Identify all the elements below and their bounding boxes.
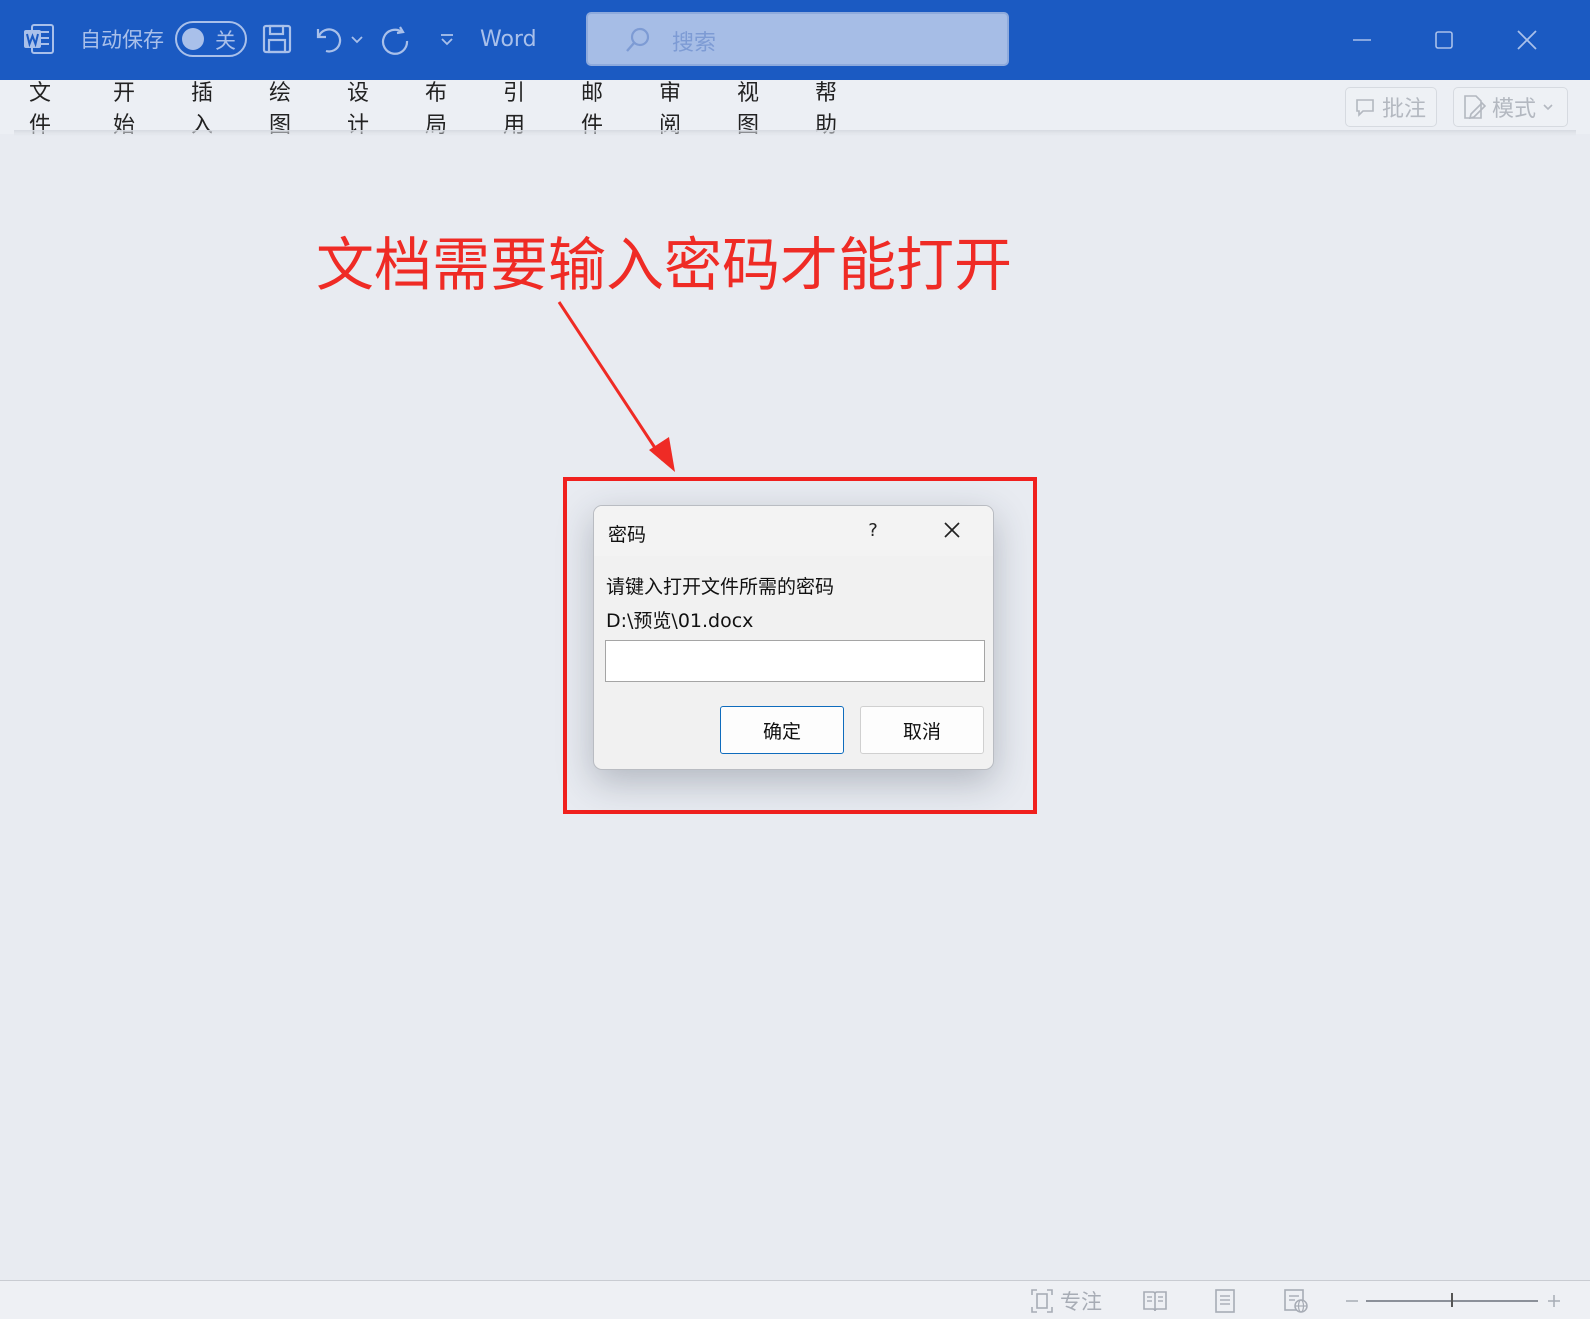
tab-review[interactable]: 审阅 [659,81,681,138]
maximize-button[interactable] [1422,18,1466,62]
ok-button[interactable]: 确定 [720,706,844,754]
title-bar: 自动保存 关 Word 搜索 [0,0,1590,80]
tab-layout[interactable]: 布局 [425,81,447,138]
print-layout-icon [1215,1289,1235,1313]
toggle-knob [182,28,204,50]
tab-references[interactable]: 引用 [503,81,525,138]
annotation-text: 文档需要输入密码才能打开 [316,231,1013,299]
comments-label: 批注 [1382,97,1427,122]
tab-mailings[interactable]: 邮件 [581,81,603,138]
editing-mode-button[interactable]: 模式 [1453,87,1568,127]
focus-label: 专注 [1060,1290,1102,1314]
tab-design[interactable]: 设计 [347,81,369,138]
comment-icon [1354,96,1376,118]
customize-toolbar-icon[interactable] [436,28,458,50]
save-icon[interactable] [260,22,294,56]
print-layout-button[interactable] [1214,1287,1236,1315]
zoom-in-button[interactable] [1544,1287,1564,1315]
autosave-toggle[interactable]: 关 [175,21,247,57]
ribbon-shadow [14,130,1576,136]
help-button[interactable]: ? [862,519,884,541]
web-layout-icon [1284,1289,1308,1313]
plus-icon [1548,1295,1560,1307]
word-logo-icon [22,22,56,56]
zoom-slider-thumb[interactable] [1451,1293,1453,1307]
ribbon-tabs-bar: 文件 开始 插入 绘图 设计 布局 引用 邮件 审阅 视图 帮助 批注 模式 [0,80,1590,138]
undo-dropdown-icon[interactable] [348,30,366,48]
read-mode-icon [1143,1291,1167,1312]
web-layout-button[interactable] [1283,1287,1309,1315]
zoom-out-button[interactable] [1342,1287,1362,1315]
redo-icon[interactable] [378,22,412,56]
tab-insert[interactable]: 插入 [191,81,213,138]
edit-mode-icon [1462,94,1486,120]
dialog-title-bar: 密码 ? [594,506,993,556]
close-window-button[interactable] [1505,18,1549,62]
focus-mode-button[interactable]: 专注 [1030,1287,1102,1315]
dialog-prompt: 请键入打开文件所需的密码 [606,576,835,598]
tab-help[interactable]: 帮助 [815,81,837,138]
password-dialog: 密码 ? 请键入打开文件所需的密码 D:\预览\01.docx 确定 取消 [593,505,994,770]
status-bar: 专注 [0,1280,1590,1319]
app-name: Word [480,26,537,52]
autosave-state: 关 [215,29,236,53]
focus-icon [1031,1289,1053,1313]
tab-home[interactable]: 开始 [113,81,135,138]
minus-icon [1346,1300,1358,1302]
read-mode-button[interactable] [1142,1287,1168,1315]
chevron-down-icon [1542,101,1554,113]
cancel-button[interactable]: 取消 [860,706,984,754]
tab-draw[interactable]: 绘图 [269,81,291,138]
search-placeholder: 搜索 [672,31,717,56]
mode-label: 模式 [1492,97,1537,122]
tab-file[interactable]: 文件 [29,81,51,138]
search-icon [624,26,652,54]
dialog-title: 密码 [608,524,647,546]
autosave-label: 自动保存 [80,28,164,52]
annotation-arrow-icon [557,301,675,472]
password-input[interactable] [605,640,985,682]
file-path: D:\预览\01.docx [606,610,754,632]
search-box[interactable]: 搜索 [586,12,1009,66]
dialog-close-button[interactable] [941,519,963,541]
tab-view[interactable]: 视图 [737,81,759,138]
comments-button[interactable]: 批注 [1345,87,1437,127]
minimize-button[interactable] [1340,18,1384,62]
undo-icon[interactable] [311,22,345,56]
